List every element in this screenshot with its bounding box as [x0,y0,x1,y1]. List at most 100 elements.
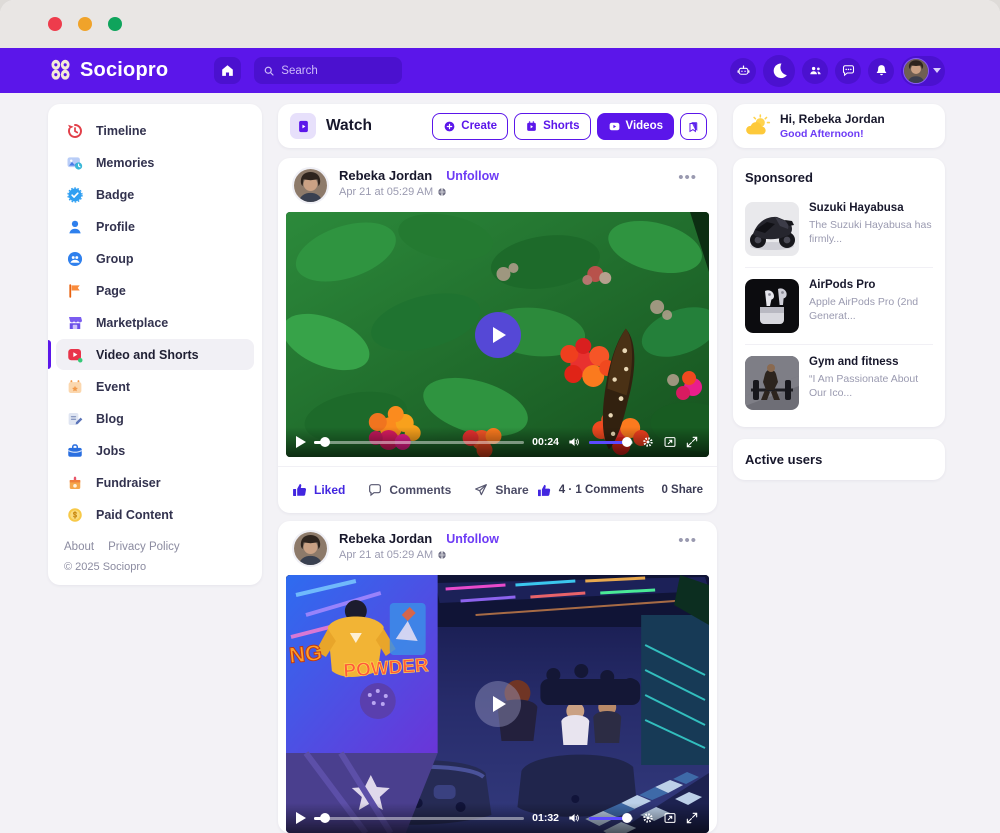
likes-comments-count[interactable]: 4 · 1 Comments [559,484,645,496]
search-bar[interactable] [254,57,402,84]
sponsored-item-airpods[interactable]: AirPods Pro Apple AirPods Pro (2nd Gener… [745,267,933,344]
more-options-button[interactable]: ••• [672,167,703,188]
sidebar-item-marketplace[interactable]: Marketplace [56,307,254,338]
comments-button[interactable]: Comments [367,482,451,498]
watch-header-card: Watch Create Shorts Videos [278,104,717,148]
sidebar-item-paid-content[interactable]: Paid Content [56,499,254,530]
profile-avatar [903,58,929,84]
unfollow-link[interactable]: Unfollow [446,532,499,546]
seek-bar[interactable] [314,437,524,447]
maximize-window-button[interactable] [108,17,122,31]
unfollow-link[interactable]: Unfollow [446,169,499,183]
seek-bar[interactable] [314,813,524,823]
sidebar-item-label: Jobs [96,444,125,458]
video-player[interactable]: NG POWDER [286,575,709,833]
volume-handle[interactable] [622,437,632,447]
shorts-button[interactable]: Shorts [514,113,590,140]
volume-slider[interactable] [589,813,633,823]
sidebar-item-fundraiser[interactable]: Fundraiser [56,467,254,498]
brand-name: Sociopro [80,59,168,82]
event-calendar-icon [66,378,84,396]
volume-button[interactable] [567,435,581,449]
sponsored-description: “I Am Passionate About Our Ico... [809,372,933,400]
page-content: Timeline Memories Badge Profile [0,93,1000,833]
sidebar-item-badge[interactable]: Badge [56,179,254,210]
volume-slider[interactable] [589,437,633,447]
friends-button[interactable] [802,58,828,84]
author-name[interactable]: Rebeka Jordan [339,531,432,546]
share-button[interactable]: Share [473,482,528,498]
sidebar-item-label: Profile [96,220,135,234]
sidebar-item-jobs[interactable]: Jobs [56,435,254,466]
privacy-policy-link[interactable]: Privacy Policy [108,541,180,553]
play-icon [493,696,506,712]
sponsored-item-gym[interactable]: Gym and fitness “I Am Passionate About O… [745,344,933,421]
sidebar-item-page[interactable]: Page [56,275,254,306]
search-input[interactable] [281,65,393,77]
about-link[interactable]: About [64,541,94,553]
videos-button[interactable]: Videos [597,113,675,140]
seek-handle[interactable] [320,437,330,447]
author-name[interactable]: Rebeka Jordan [339,168,432,183]
notifications-button[interactable] [868,58,894,84]
fullscreen-button[interactable] [685,435,699,449]
like-button[interactable]: Liked [292,482,345,498]
home-icon [220,63,235,78]
play-button-overlay[interactable] [475,312,521,358]
create-button[interactable]: Create [432,113,508,140]
sidebar-item-video-and-shorts[interactable]: Video and Shorts [56,339,254,370]
more-options-button[interactable]: ••• [672,530,703,551]
sidebar-item-group[interactable]: Group [56,243,254,274]
time-display: 01:32 [532,812,559,824]
seek-handle[interactable] [320,813,330,823]
bookmark-icon [687,120,700,133]
thumbs-up-icon [292,482,308,498]
sidebar-item-event[interactable]: Event [56,371,254,402]
pip-button[interactable] [663,435,677,449]
sidebar-menu: Timeline Memories Badge Profile [48,115,262,530]
brand-logo[interactable]: Sociopro [48,58,168,83]
fullscreen-button[interactable] [685,811,699,825]
window-titlebar [0,0,1000,48]
sponsored-item-suzuki[interactable]: Suzuki Hayabusa The Suzuki Hayabusa has … [745,195,933,267]
globe-privacy-icon [437,550,447,560]
volume-button[interactable] [567,811,581,825]
dark-mode-toggle[interactable] [763,55,795,87]
marketplace-store-icon [66,314,84,332]
sponsored-name: Suzuki Hayabusa [809,202,933,214]
play-button-overlay[interactable] [475,681,521,727]
settings-button[interactable] [641,435,655,449]
saved-videos-button[interactable] [680,113,707,140]
close-window-button[interactable] [48,17,62,31]
home-button[interactable] [214,57,241,84]
sidebar-item-memories[interactable]: Memories [56,147,254,178]
messages-button[interactable] [835,58,861,84]
volume-handle[interactable] [622,813,632,823]
time-display: 00:24 [532,436,559,448]
shares-count[interactable]: 0 Share [661,484,703,496]
play-icon [493,327,506,343]
post-timestamp: Apr 21 at 05:29 AM [339,549,499,561]
author-avatar[interactable] [292,167,329,204]
gear-icon [641,435,655,449]
minimize-window-button[interactable] [78,17,92,31]
play-button[interactable] [296,436,306,448]
sidebar-item-timeline[interactable]: Timeline [56,115,254,146]
video-player[interactable]: 00:24 [286,212,709,457]
active-users-card: Active users [733,439,945,480]
settings-button[interactable] [641,811,655,825]
play-button[interactable] [296,812,306,824]
video-controls: 01:32 [286,803,709,833]
globe-privacy-icon [437,187,447,197]
pip-icon [663,811,677,825]
sidebar-item-blog[interactable]: Blog [56,403,254,434]
bot-button[interactable] [730,58,756,84]
sponsored-image-motorcycle [745,202,799,256]
volume-icon [567,811,581,825]
mural-sign-left-text: NG [288,640,323,668]
pip-button[interactable] [663,811,677,825]
sidebar-item-profile[interactable]: Profile [56,211,254,242]
author-avatar[interactable] [292,530,329,567]
plus-circle-icon [443,120,456,133]
profile-menu[interactable] [901,56,945,86]
